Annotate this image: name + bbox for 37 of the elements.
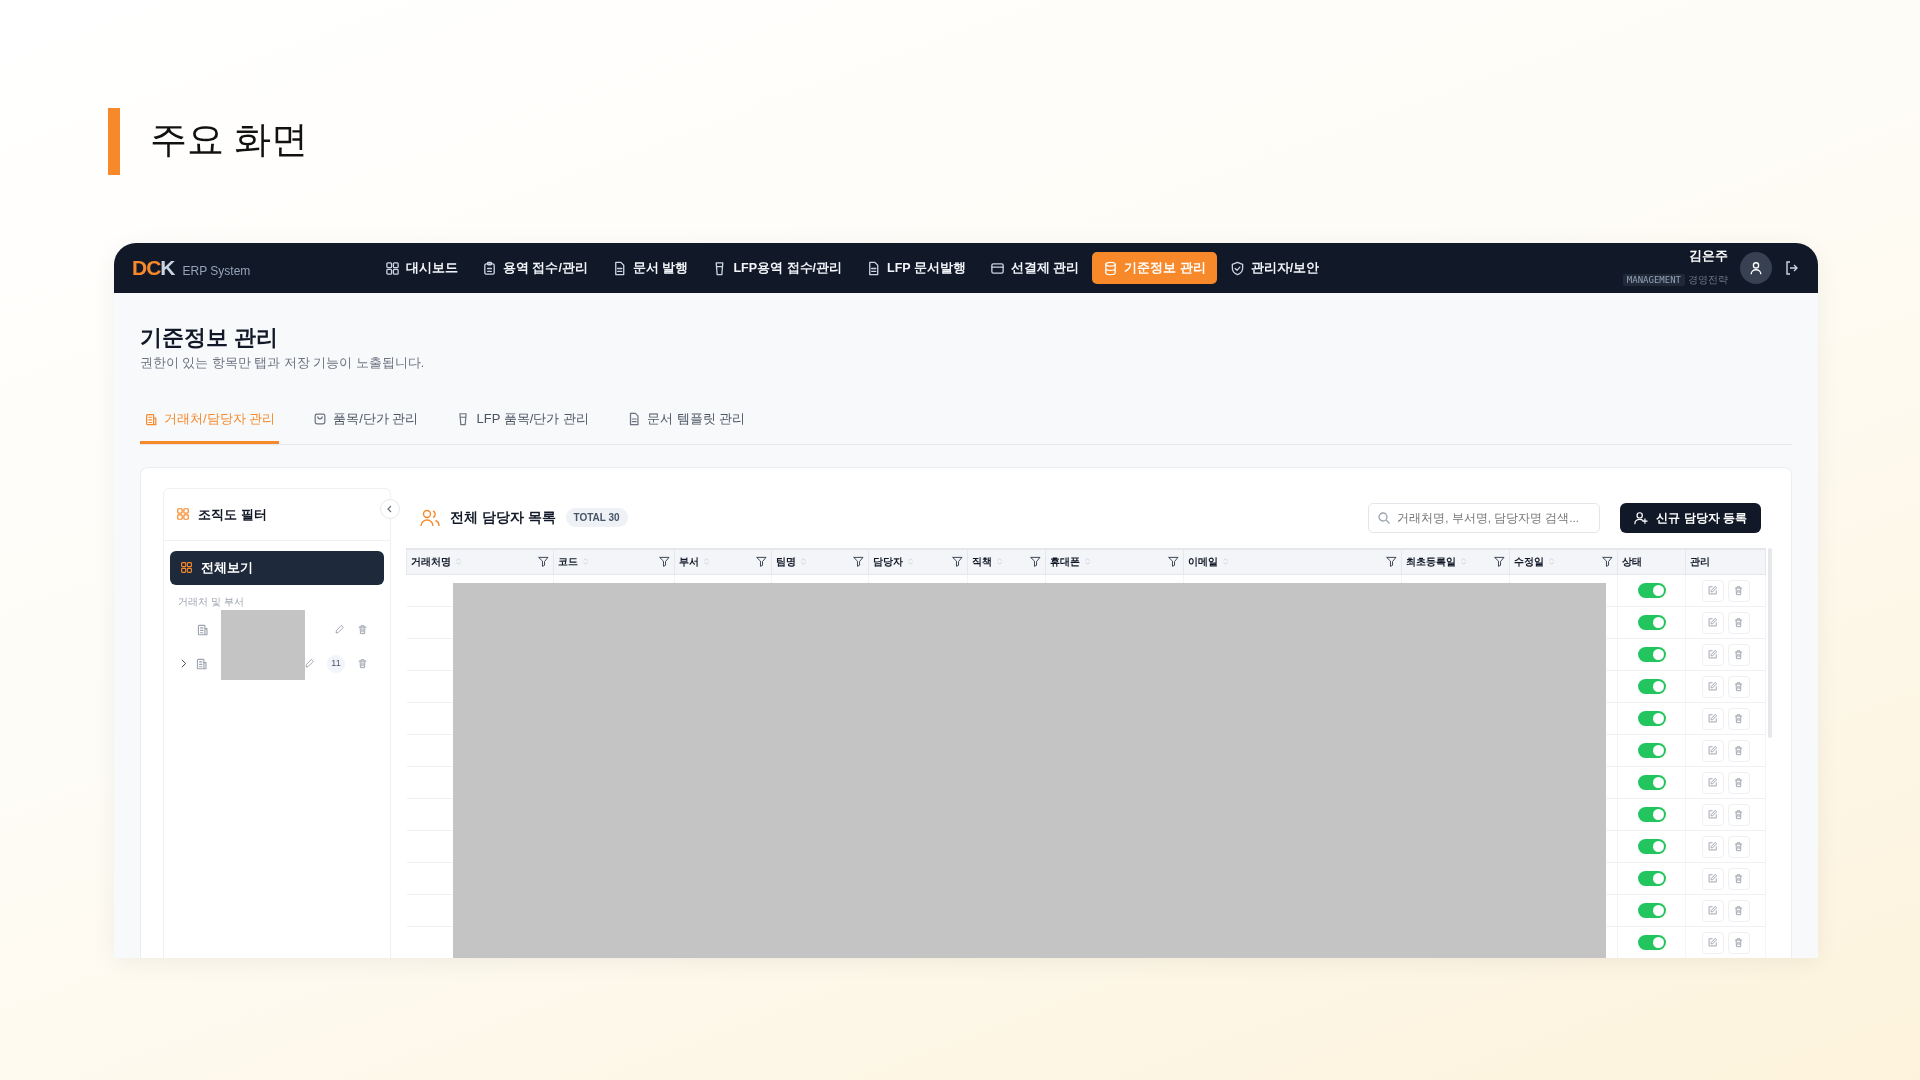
user-role: MANAGEMENT [1622,273,1685,286]
column-header[interactable]: 이메일 [1188,554,1218,570]
nav-menu-item[interactable]: 관리자/보안 [1218,251,1331,285]
list-title: 전체 담당자 목록 [450,508,556,527]
column-header[interactable]: 담당자 [873,554,903,570]
column-header[interactable]: 부서 [679,554,699,570]
child-count: 11 [327,654,345,673]
user-department: 경영전략 [1688,273,1728,285]
brand-subtitle: ERP System [182,263,251,281]
tab[interactable]: LFP 품목/단가 관리 [452,401,593,444]
column-header[interactable]: 코드 [558,554,578,570]
column-header[interactable]: 팀명 [776,554,796,570]
column-header[interactable]: 관리 [1690,554,1710,570]
brand-logo[interactable]: DCK [132,252,175,284]
column-header[interactable]: 직책 [972,554,992,570]
nav-menu-item[interactable]: LFP용역 접수/관리 [701,251,853,285]
search-field[interactable]: 거래처명, 부서명, 담당자명 검색... [1368,502,1601,533]
column-header[interactable]: 휴대폰 [1050,554,1080,570]
page-subtitle: 권한이 있는 항목만 탭과 저장 기능이 노출됩니다. [140,355,426,373]
column-header[interactable]: 상태 [1622,554,1642,570]
nav-menu-item[interactable]: 문서 발행 [600,251,700,285]
slide-title: 주요 화면 [150,118,309,162]
nav-menu-item[interactable]: 선결제 관리 [978,251,1091,285]
nav-menu-item[interactable]: LFP 문서발행 [855,251,977,285]
tab[interactable]: 품목/단가 관리 [309,401,423,444]
tab[interactable]: 문서 템플릿 관리 [622,401,750,444]
view-all-button[interactable]: 전체보기 [170,551,384,585]
sidebar-title: 조직도 필터 [198,505,267,524]
page-title: 기준정보 관리 [140,325,280,352]
column-header[interactable]: 수정일 [1514,554,1544,570]
total-count: TOTAL 30 [565,508,628,528]
section-label: 거래처 및 부서 [177,594,245,609]
nav-menu-item[interactable]: 대시보드 [374,251,469,285]
add-contact-button[interactable]: 신규 담당자 등록 [1620,502,1761,533]
user-name: 김은주 [1688,247,1728,266]
nav-menu-item[interactable]: 용역 접수/관리 [471,251,599,285]
column-header[interactable]: 거래처명 [411,554,451,570]
